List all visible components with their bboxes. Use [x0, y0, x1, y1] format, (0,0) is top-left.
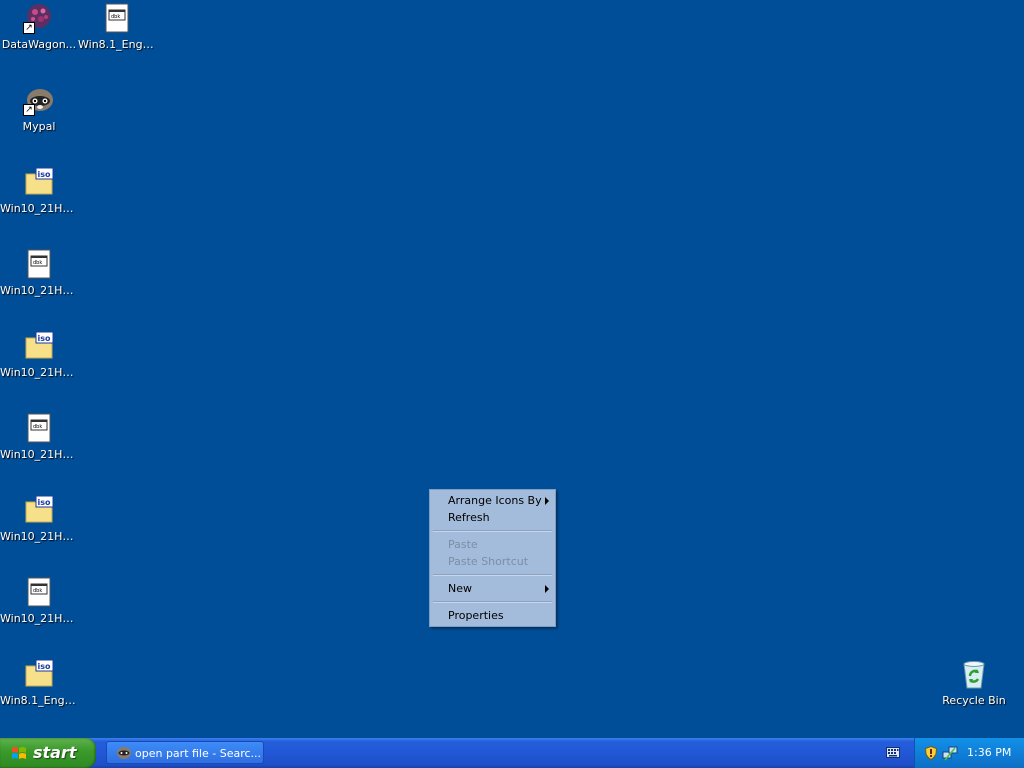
- desktop-icon-label: DataWagon...: [1, 38, 77, 51]
- desktop-icon-label: Win8.1_Engl...: [0, 694, 78, 707]
- windows-logo-icon: [12, 747, 26, 759]
- desktop-icon-label: Win10_21H2...: [0, 448, 78, 461]
- system-tray: 1:36 PM: [914, 738, 1024, 768]
- submenu-arrow-icon: [545, 585, 549, 593]
- desktop-icon-win10-doc-3[interactable]: dbk Win10_21H2...: [0, 576, 78, 626]
- security-shield-icon[interactable]: [925, 746, 937, 760]
- document-icon: dbk: [101, 2, 133, 34]
- svg-text:iso: iso: [38, 498, 52, 507]
- iso-file-icon: iso: [23, 166, 55, 198]
- desktop-icon-label: Win10_21H2...: [0, 530, 78, 543]
- svg-text:iso: iso: [38, 170, 52, 179]
- desktop-icon-win81-doc[interactable]: dbk Win8.1_Engl...: [78, 2, 156, 52]
- menu-item-paste-shortcut: Paste Shortcut: [430, 553, 555, 570]
- desktop-icon-label: Win10_21H2...: [0, 284, 78, 297]
- iso-file-icon: iso: [23, 658, 55, 690]
- desktop-icon-win10-doc-1[interactable]: dbk Win10_21H2...: [0, 248, 78, 298]
- svg-text:iso: iso: [38, 334, 52, 343]
- iso-file-icon: iso: [23, 494, 55, 526]
- submenu-arrow-icon: [545, 497, 549, 505]
- svg-text:iso: iso: [38, 662, 52, 671]
- desktop-icon-win10-iso-2[interactable]: iso Win10_21H2...: [0, 330, 78, 380]
- desktop-icon-label: Win10_21H2...: [0, 202, 78, 215]
- desktop-icon-label: Mypal: [22, 120, 56, 133]
- desktop-icon-label: Recycle Bin: [942, 694, 1006, 707]
- menu-item-label: Properties: [448, 609, 504, 622]
- start-button[interactable]: start: [0, 738, 96, 768]
- mypal-raccoon-icon: [117, 747, 131, 759]
- desktop-context-menu: Arrange Icons By Refresh Paste Paste Sho…: [429, 489, 556, 627]
- desktop-icon-win10-iso-1[interactable]: iso Win10_21H2...: [0, 166, 78, 216]
- menu-item-label: Arrange Icons By: [448, 494, 542, 507]
- start-label: start: [33, 743, 77, 762]
- taskbar: start open part file - Searc... 1:36 PM: [0, 738, 1024, 768]
- menu-item-label: Paste: [448, 538, 478, 551]
- desktop-icon-label: Win10_21H2...: [0, 612, 78, 625]
- menu-item-refresh[interactable]: Refresh: [430, 509, 555, 526]
- shortcut-arrow-icon: ↗: [23, 104, 35, 116]
- network-icon[interactable]: [942, 745, 958, 761]
- desktop-icon-recycle-bin[interactable]: Recycle Bin: [935, 658, 1013, 708]
- menu-item-new[interactable]: New: [430, 580, 555, 597]
- document-icon: dbk: [23, 412, 55, 444]
- menu-item-paste: Paste: [430, 536, 555, 553]
- recycle-bin-icon: [958, 658, 990, 690]
- document-icon: dbk: [23, 576, 55, 608]
- desktop-icon-label: Win8.1_Engl...: [78, 38, 156, 51]
- menu-item-arrange-icons-by[interactable]: Arrange Icons By: [430, 492, 555, 509]
- svg-text:dbk: dbk: [111, 14, 120, 20]
- svg-text:dbk: dbk: [33, 588, 42, 594]
- menu-item-label: Refresh: [448, 511, 490, 524]
- svg-text:dbk: dbk: [33, 424, 42, 430]
- desktop[interactable]: ↗ DataWagon... dbk Win8.1_Engl... ↗ Mypa…: [0, 0, 1024, 738]
- desktop-icon-label: Win10_21H2...: [0, 366, 78, 379]
- document-icon: dbk: [23, 248, 55, 280]
- menu-item-label: Paste Shortcut: [448, 555, 529, 568]
- desktop-icon-win81-iso[interactable]: iso Win8.1_Engl...: [0, 658, 78, 708]
- taskbar-button-mypal[interactable]: open part file - Searc...: [106, 741, 264, 764]
- desktop-icon-win10-iso-3[interactable]: iso Win10_21H2...: [0, 494, 78, 544]
- svg-text:dbk: dbk: [33, 260, 42, 266]
- keyboard-icon[interactable]: [886, 747, 900, 758]
- iso-file-icon: iso: [23, 330, 55, 362]
- menu-item-properties[interactable]: Properties: [430, 607, 555, 624]
- desktop-icon-datawagon[interactable]: ↗ DataWagon...: [0, 2, 78, 52]
- desktop-icon-win10-doc-2[interactable]: dbk Win10_21H2...: [0, 412, 78, 462]
- mypal-raccoon-icon: ↗: [23, 84, 55, 116]
- taskbar-button-label: open part file - Searc...: [135, 747, 262, 760]
- menu-item-label: New: [448, 582, 472, 595]
- menu-separator: [433, 530, 552, 532]
- menu-separator: [433, 574, 552, 576]
- datawagon-icon: ↗: [23, 2, 55, 34]
- clock[interactable]: 1:36 PM: [967, 746, 1011, 759]
- shortcut-arrow-icon: ↗: [23, 22, 35, 34]
- menu-separator: [433, 601, 552, 603]
- desktop-icon-mypal[interactable]: ↗ Mypal: [0, 84, 78, 134]
